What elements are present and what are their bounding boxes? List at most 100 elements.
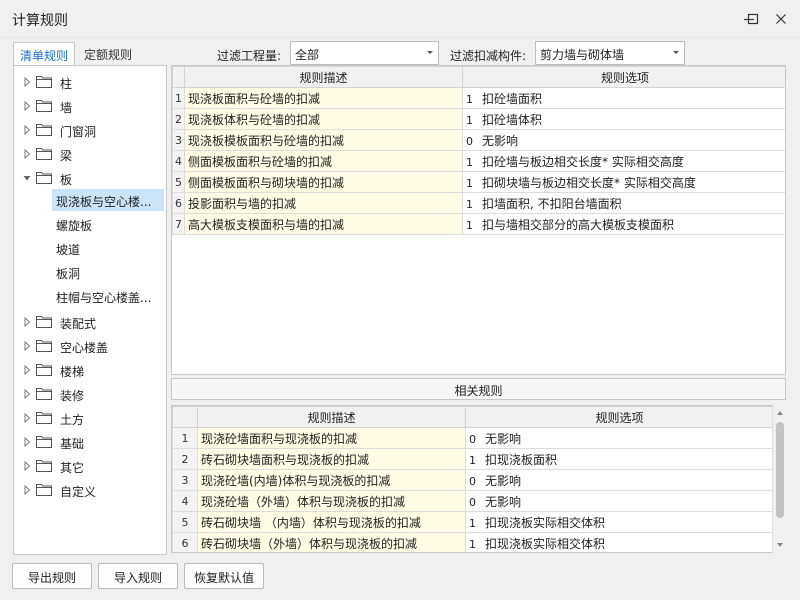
tree-child-item[interactable]: 坡道 bbox=[52, 237, 164, 259]
rule-option[interactable]: 1 扣砼墙体积 bbox=[462, 108, 785, 130]
tree-node[interactable]: 其它 bbox=[14, 455, 166, 477]
chevron-down-icon[interactable] bbox=[23, 173, 31, 183]
rule-description[interactable]: 现浇板模板面积与砼墙的扣减 bbox=[184, 129, 463, 151]
table-row[interactable]: 7 高大模板支模面积与墙的扣减 1 扣与墙相交部分的高大模板支模面积 bbox=[172, 213, 785, 235]
tree-node[interactable]: 柱 bbox=[14, 71, 166, 93]
chevron-right-icon[interactable] bbox=[23, 101, 31, 111]
table-row[interactable]: 5 砖石砌块墙 （内墙）体积与现浇板的扣减 1 扣现浇板实际相交体积 bbox=[172, 511, 772, 533]
scroll-down-icon[interactable] bbox=[776, 541, 784, 549]
rule-description[interactable]: 现浇砼墙面积与现浇板的扣减 bbox=[197, 427, 466, 449]
restore-defaults-button[interactable]: 恢复默认值 bbox=[184, 563, 264, 589]
rule-option[interactable]: 1 扣现浇板实际相交体积 bbox=[465, 532, 772, 552]
component-tree: 柱墙门窗洞梁板现浇板与空心楼... 螺旋板 坡道 板洞 柱帽与空心楼盖... 装配式 空心楼… bbox=[13, 65, 167, 555]
table-row[interactable]: 1 现浇板面积与砼墙的扣减 1 扣砼墙面积 bbox=[172, 87, 785, 109]
table-row[interactable]: 2 砖石砌块墙面积与现浇板的扣减 1 扣现浇板面积 bbox=[172, 448, 772, 470]
scroll-up-icon[interactable] bbox=[776, 409, 784, 417]
chevron-right-icon[interactable] bbox=[23, 461, 31, 471]
tree-child-item[interactable]: 螺旋板 bbox=[52, 213, 164, 235]
folder-icon bbox=[36, 148, 52, 160]
tab-quota-rules[interactable]: 定额规则 bbox=[78, 42, 140, 66]
table-row[interactable]: 5 侧面模板面积与砌块墙的扣减 1 扣砌块墙与板边相交长度* 实际相交高度 bbox=[172, 171, 785, 193]
chevron-right-icon[interactable] bbox=[23, 413, 31, 423]
rule-option[interactable]: 1 扣现浇板实际相交体积 bbox=[465, 511, 772, 533]
tree-node[interactable]: 基础 bbox=[14, 431, 166, 453]
corner-cell bbox=[172, 66, 185, 88]
chevron-right-icon[interactable] bbox=[23, 125, 31, 135]
rule-description[interactable]: 高大模板支模面积与墙的扣减 bbox=[184, 213, 463, 235]
rule-description[interactable]: 投影面积与墙的扣减 bbox=[184, 192, 463, 214]
rule-option[interactable]: 0 无影响 bbox=[465, 490, 772, 512]
filter-quantity-select[interactable]: 全部 bbox=[290, 41, 439, 65]
table-row[interactable]: 4 侧面模板面积与砼墙的扣减 1 扣砼墙与板边相交长度* 实际相交高度 bbox=[172, 150, 785, 172]
tab-bill-rules[interactable]: 清单规则 bbox=[13, 42, 75, 67]
tree-child-item[interactable]: 现浇板与空心楼... bbox=[52, 189, 164, 211]
maximize-button[interactable] bbox=[742, 8, 764, 30]
chevron-right-icon[interactable] bbox=[23, 317, 31, 327]
rule-option-code: 1 bbox=[469, 516, 476, 530]
table-row[interactable]: 2 现浇板体积与砼墙的扣减 1 扣砼墙体积 bbox=[172, 108, 785, 130]
chevron-right-icon[interactable] bbox=[23, 149, 31, 159]
rule-description[interactable]: 侧面模板面积与砌块墙的扣减 bbox=[184, 171, 463, 193]
import-rules-button[interactable]: 导入规则 bbox=[98, 563, 178, 589]
rule-option-code: 1 bbox=[469, 453, 476, 467]
related-rules-scrollbar[interactable] bbox=[772, 405, 786, 553]
rule-option[interactable]: 1 扣砼墙面积 bbox=[462, 87, 785, 109]
tree-node[interactable]: 墙 bbox=[14, 95, 166, 117]
rule-description[interactable]: 砖石砌块墙（外墙）体积与现浇板的扣减 bbox=[197, 532, 466, 552]
rule-option[interactable]: 0 无影响 bbox=[465, 469, 772, 491]
rule-description[interactable]: 现浇砼墙（外墙）体积与现浇板的扣减 bbox=[197, 490, 466, 512]
tree-child-item[interactable]: 板洞 bbox=[52, 261, 164, 283]
close-icon bbox=[776, 14, 786, 24]
rule-option-code: 0 bbox=[469, 432, 476, 446]
rule-option[interactable]: 1 扣现浇板面积 bbox=[465, 448, 772, 470]
rule-option-code: 1 bbox=[466, 176, 473, 190]
rule-description[interactable]: 现浇板体积与砼墙的扣减 bbox=[184, 108, 463, 130]
chevron-right-icon[interactable] bbox=[23, 77, 31, 87]
tree-node[interactable]: 空心楼盖 bbox=[14, 335, 166, 357]
filter-component-select[interactable]: 剪力墙与砌体墙 bbox=[535, 41, 685, 65]
tree-node[interactable]: 土方 bbox=[14, 407, 166, 429]
export-rules-button[interactable]: 导出规则 bbox=[12, 563, 92, 589]
rule-description[interactable]: 砖石砌块墙面积与现浇板的扣减 bbox=[197, 448, 466, 470]
tree-node[interactable]: 自定义 bbox=[14, 479, 166, 501]
tree-node[interactable]: 楼梯 bbox=[14, 359, 166, 381]
table-row[interactable]: 6 砖石砌块墙（外墙）体积与现浇板的扣减 1 扣现浇板实际相交体积 bbox=[172, 532, 772, 552]
tree-node[interactable]: 板 bbox=[14, 167, 166, 189]
scrollbar-thumb[interactable] bbox=[776, 422, 784, 518]
chevron-right-icon[interactable] bbox=[23, 365, 31, 375]
chevron-right-icon[interactable] bbox=[23, 341, 31, 351]
rule-description[interactable]: 现浇砼墙(内墙)体积与现浇板的扣减 bbox=[197, 469, 466, 491]
tree-node-label: 装修 bbox=[60, 389, 85, 403]
rule-option[interactable]: 0 无影响 bbox=[462, 129, 785, 151]
rule-description[interactable]: 现浇板面积与砼墙的扣减 bbox=[184, 87, 463, 109]
rule-option[interactable]: 1 扣墙面积, 不扣阳台墙面积 bbox=[462, 192, 785, 214]
rule-description[interactable]: 侧面模板面积与砼墙的扣减 bbox=[184, 150, 463, 172]
table-row[interactable]: 6 投影面积与墙的扣减 1 扣墙面积, 不扣阳台墙面积 bbox=[172, 192, 785, 214]
rule-option[interactable]: 0 无影响 bbox=[465, 427, 772, 449]
tree-node[interactable]: 装配式 bbox=[14, 311, 166, 333]
tree-child-item[interactable]: 柱帽与空心楼盖... bbox=[52, 285, 164, 307]
table-row[interactable]: 4 现浇砼墙（外墙）体积与现浇板的扣减 0 无影响 bbox=[172, 490, 772, 512]
tree-node[interactable]: 门窗洞 bbox=[14, 119, 166, 141]
table-row[interactable]: 3 现浇砼墙(内墙)体积与现浇板的扣减 0 无影响 bbox=[172, 469, 772, 491]
chevron-right-icon[interactable] bbox=[23, 437, 31, 447]
corner-cell bbox=[172, 406, 198, 428]
rule-option[interactable]: 1 扣砌块墙与板边相交长度* 实际相交高度 bbox=[462, 171, 785, 193]
tree-node[interactable]: 梁 bbox=[14, 143, 166, 165]
folder-icon bbox=[36, 484, 52, 496]
rule-option[interactable]: 1 扣砼墙与板边相交长度* 实际相交高度 bbox=[462, 150, 785, 172]
column-header-option: 规则选项 bbox=[462, 66, 785, 88]
chevron-right-icon[interactable] bbox=[23, 389, 31, 399]
rule-option[interactable]: 1 扣与墙相交部分的高大模板支模面积 bbox=[462, 213, 785, 235]
filter-quantity-label: 过滤工程量: bbox=[217, 49, 282, 63]
table-row[interactable]: 1 现浇砼墙面积与现浇板的扣减 0 无影响 bbox=[172, 427, 772, 449]
tree-node-label: 自定义 bbox=[60, 485, 97, 499]
chevron-right-icon[interactable] bbox=[23, 485, 31, 495]
tree-node[interactable]: 装修 bbox=[14, 383, 166, 405]
tree-node-label: 楼梯 bbox=[60, 365, 85, 379]
table-row[interactable]: 3 现浇板模板面积与砼墙的扣减 0 无影响 bbox=[172, 129, 785, 151]
rule-option-code: 1 bbox=[466, 155, 473, 169]
close-button[interactable] bbox=[770, 8, 792, 30]
row-index: 1 bbox=[172, 427, 198, 449]
rule-description[interactable]: 砖石砌块墙 （内墙）体积与现浇板的扣减 bbox=[197, 511, 466, 533]
